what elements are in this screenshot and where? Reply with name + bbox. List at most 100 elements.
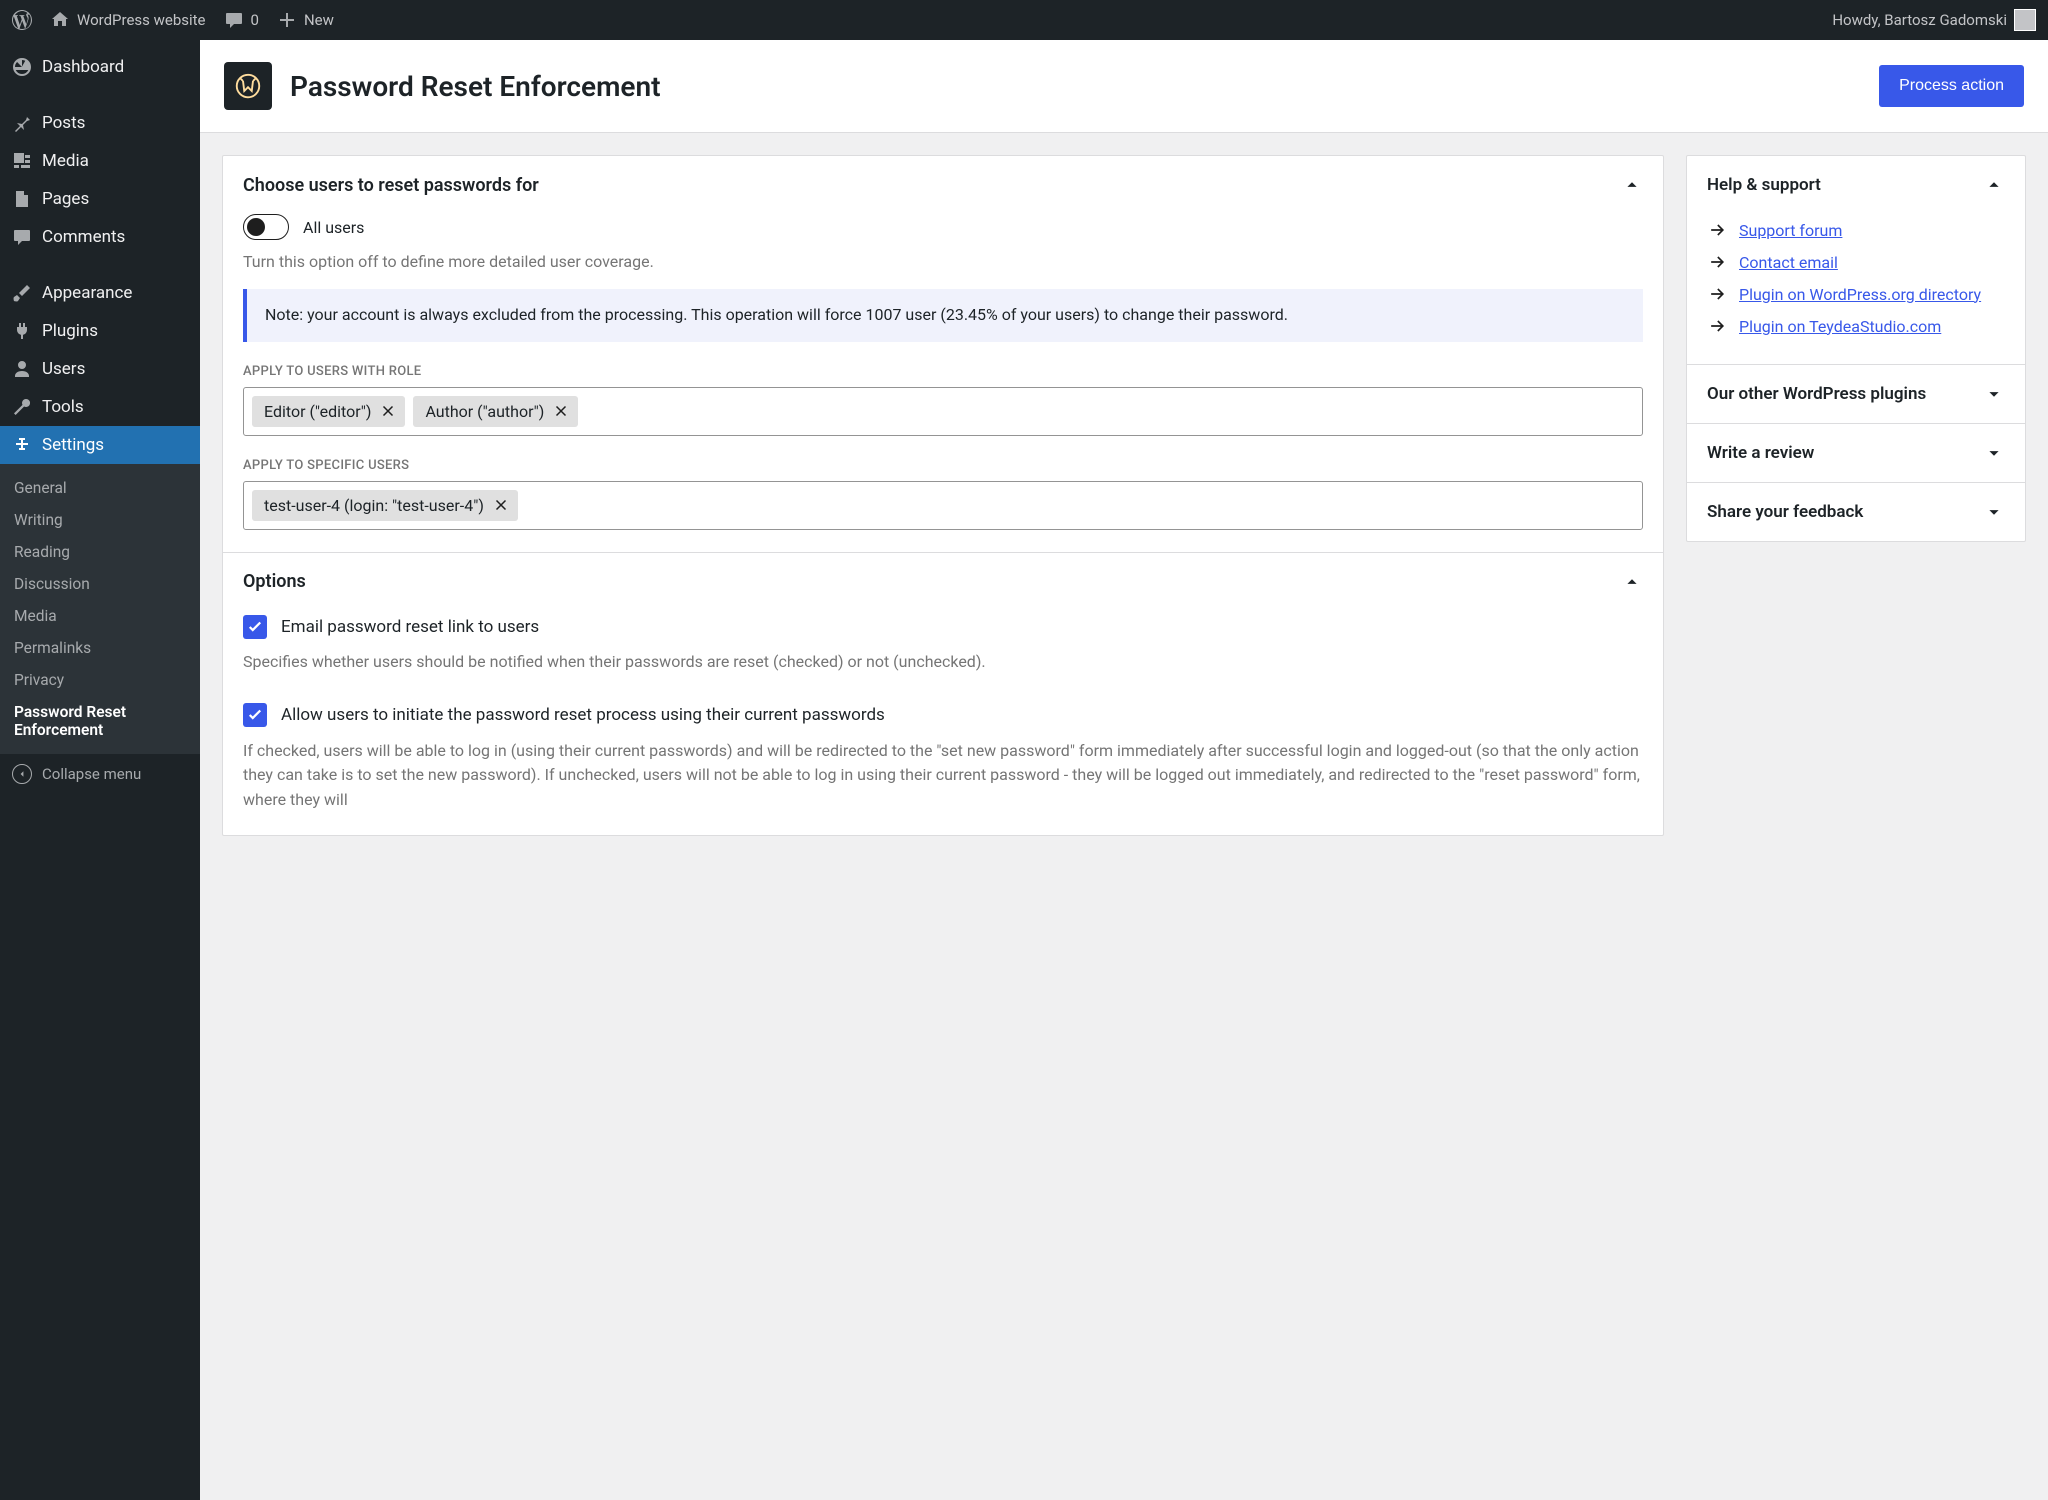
- arrow-right-icon: [1707, 220, 1727, 240]
- allow-current-password-label: Allow users to initiate the password res…: [281, 703, 885, 729]
- home-icon: [50, 10, 70, 30]
- page-title: Password Reset Enforcement: [290, 70, 661, 103]
- help-link-row: Plugin on TeydeaStudio.com: [1707, 310, 2005, 342]
- sidebar-item-label: Media: [42, 151, 89, 171]
- panel-title: Options: [243, 571, 306, 592]
- panel-title: Help & support: [1707, 175, 1821, 195]
- submenu-media[interactable]: Media: [0, 600, 200, 632]
- sidebar-item-media[interactable]: Media: [0, 142, 200, 180]
- panel-title: Our other WordPress plugins: [1707, 384, 1926, 404]
- email-reset-label: Email password reset link to users: [281, 615, 539, 641]
- contact-email-link[interactable]: Contact email: [1739, 253, 1838, 272]
- settings-icon: [12, 435, 32, 455]
- email-reset-checkbox[interactable]: [243, 615, 267, 639]
- share-feedback-header[interactable]: Share your feedback: [1687, 482, 2025, 541]
- sidebar-item-appearance[interactable]: Appearance: [0, 274, 200, 312]
- settings-submenu: General Writing Reading Discussion Media…: [0, 464, 200, 754]
- sidebar-item-label: Comments: [42, 227, 125, 247]
- comments-link[interactable]: 0: [224, 10, 259, 30]
- new-link[interactable]: New: [277, 10, 334, 30]
- collapse-icon: [12, 764, 32, 784]
- plug-icon: [12, 321, 32, 341]
- options-panel-header[interactable]: Options: [223, 553, 1663, 611]
- token-label: test-user-4 (login: "test-user-4"): [264, 496, 484, 515]
- page-header: Password Reset Enforcement Process actio…: [200, 40, 2048, 133]
- dashboard-icon: [12, 57, 32, 77]
- role-token: Author ("author"): [413, 396, 578, 427]
- brush-icon: [12, 283, 32, 303]
- all-users-label: All users: [303, 218, 364, 237]
- site-name: WordPress website: [77, 11, 206, 29]
- support-forum-link[interactable]: Support forum: [1739, 221, 1842, 240]
- comment-icon: [12, 227, 32, 247]
- user-icon: [12, 359, 32, 379]
- submenu-permalinks[interactable]: Permalinks: [0, 632, 200, 664]
- sidebar-item-label: Settings: [42, 435, 104, 455]
- help-link-row: Plugin on WordPress.org directory: [1707, 278, 2005, 310]
- all-users-toggle[interactable]: [243, 214, 289, 240]
- help-support-header[interactable]: Help & support: [1687, 156, 2025, 214]
- submenu-reading[interactable]: Reading: [0, 536, 200, 568]
- panel-title: Share your feedback: [1707, 502, 1863, 522]
- user-token: test-user-4 (login: "test-user-4"): [252, 490, 518, 521]
- arrow-right-icon: [1707, 252, 1727, 272]
- collapse-menu[interactable]: Collapse menu: [0, 754, 200, 794]
- wp-logo[interactable]: [12, 10, 32, 30]
- sidebar-item-comments[interactable]: Comments: [0, 218, 200, 256]
- remove-token-icon[interactable]: [552, 402, 570, 420]
- allow-current-password-desc: If checked, users will be able to log in…: [243, 739, 1643, 813]
- sidebar-item-label: Plugins: [42, 321, 98, 341]
- site-home-link[interactable]: WordPress website: [50, 10, 206, 30]
- choose-users-panel: Choose users to reset passwords for All …: [222, 155, 1664, 836]
- submenu-privacy[interactable]: Privacy: [0, 664, 200, 696]
- token-label: Author ("author"): [425, 402, 544, 421]
- sidebar-item-label: Users: [42, 359, 85, 379]
- howdy-link[interactable]: Howdy, Bartosz Gadomski: [1832, 9, 2036, 31]
- chevron-down-icon: [1983, 383, 2005, 405]
- email-reset-desc: Specifies whether users should be notifi…: [243, 650, 1643, 675]
- howdy-text: Howdy, Bartosz Gadomski: [1832, 11, 2007, 29]
- sidebar-item-pages[interactable]: Pages: [0, 180, 200, 218]
- users-token-input[interactable]: test-user-4 (login: "test-user-4"): [243, 481, 1643, 530]
- submenu-discussion[interactable]: Discussion: [0, 568, 200, 600]
- chevron-up-icon: [1621, 174, 1643, 196]
- arrow-right-icon: [1707, 316, 1727, 336]
- sidebar-item-settings[interactable]: Settings: [0, 426, 200, 464]
- allow-current-password-checkbox[interactable]: [243, 703, 267, 727]
- notice-box: Note: your account is always excluded fr…: [243, 289, 1643, 342]
- new-label: New: [304, 11, 334, 29]
- sidebar-item-label: Pages: [42, 189, 89, 209]
- plugin-icon: [224, 62, 272, 110]
- content-area: Password Reset Enforcement Process actio…: [200, 40, 2048, 1500]
- sidebar-item-dashboard[interactable]: Dashboard: [0, 48, 200, 86]
- sidebar-item-posts[interactable]: Posts: [0, 104, 200, 142]
- process-action-button[interactable]: Process action: [1879, 65, 2024, 107]
- write-review-header[interactable]: Write a review: [1687, 423, 2025, 482]
- page-icon: [12, 189, 32, 209]
- roles-token-input[interactable]: Editor ("editor") Author ("author"): [243, 387, 1643, 436]
- arrow-right-icon: [1707, 284, 1727, 304]
- submenu-general[interactable]: General: [0, 472, 200, 504]
- wrench-icon: [12, 397, 32, 417]
- admin-sidebar: Dashboard Posts Media Pages Comments App…: [0, 40, 200, 1500]
- teydeastudio-link[interactable]: Plugin on TeydeaStudio.com: [1739, 317, 1941, 336]
- panel-title: Choose users to reset passwords for: [243, 175, 539, 196]
- roles-section-label: Apply to users with role: [243, 364, 1643, 379]
- remove-token-icon[interactable]: [379, 402, 397, 420]
- submenu-writing[interactable]: Writing: [0, 504, 200, 536]
- remove-token-icon[interactable]: [492, 496, 510, 514]
- sidebar-item-tools[interactable]: Tools: [0, 388, 200, 426]
- sidebar-item-plugins[interactable]: Plugins: [0, 312, 200, 350]
- sidebar-item-users[interactable]: Users: [0, 350, 200, 388]
- other-plugins-header[interactable]: Our other WordPress plugins: [1687, 364, 2025, 423]
- help-link-row: Contact email: [1707, 246, 2005, 278]
- choose-users-panel-header[interactable]: Choose users to reset passwords for: [223, 156, 1663, 214]
- wporg-directory-link[interactable]: Plugin on WordPress.org directory: [1739, 285, 1981, 304]
- users-section-label: Apply to specific users: [243, 458, 1643, 473]
- submenu-password-reset-enforcement[interactable]: Password Reset Enforcement: [0, 696, 200, 746]
- all-users-help: Turn this option off to define more deta…: [243, 252, 1643, 271]
- chevron-up-icon: [1983, 174, 2005, 196]
- sidebar-item-label: Appearance: [42, 283, 132, 303]
- pin-icon: [12, 113, 32, 133]
- sidebar-item-label: Dashboard: [42, 57, 124, 77]
